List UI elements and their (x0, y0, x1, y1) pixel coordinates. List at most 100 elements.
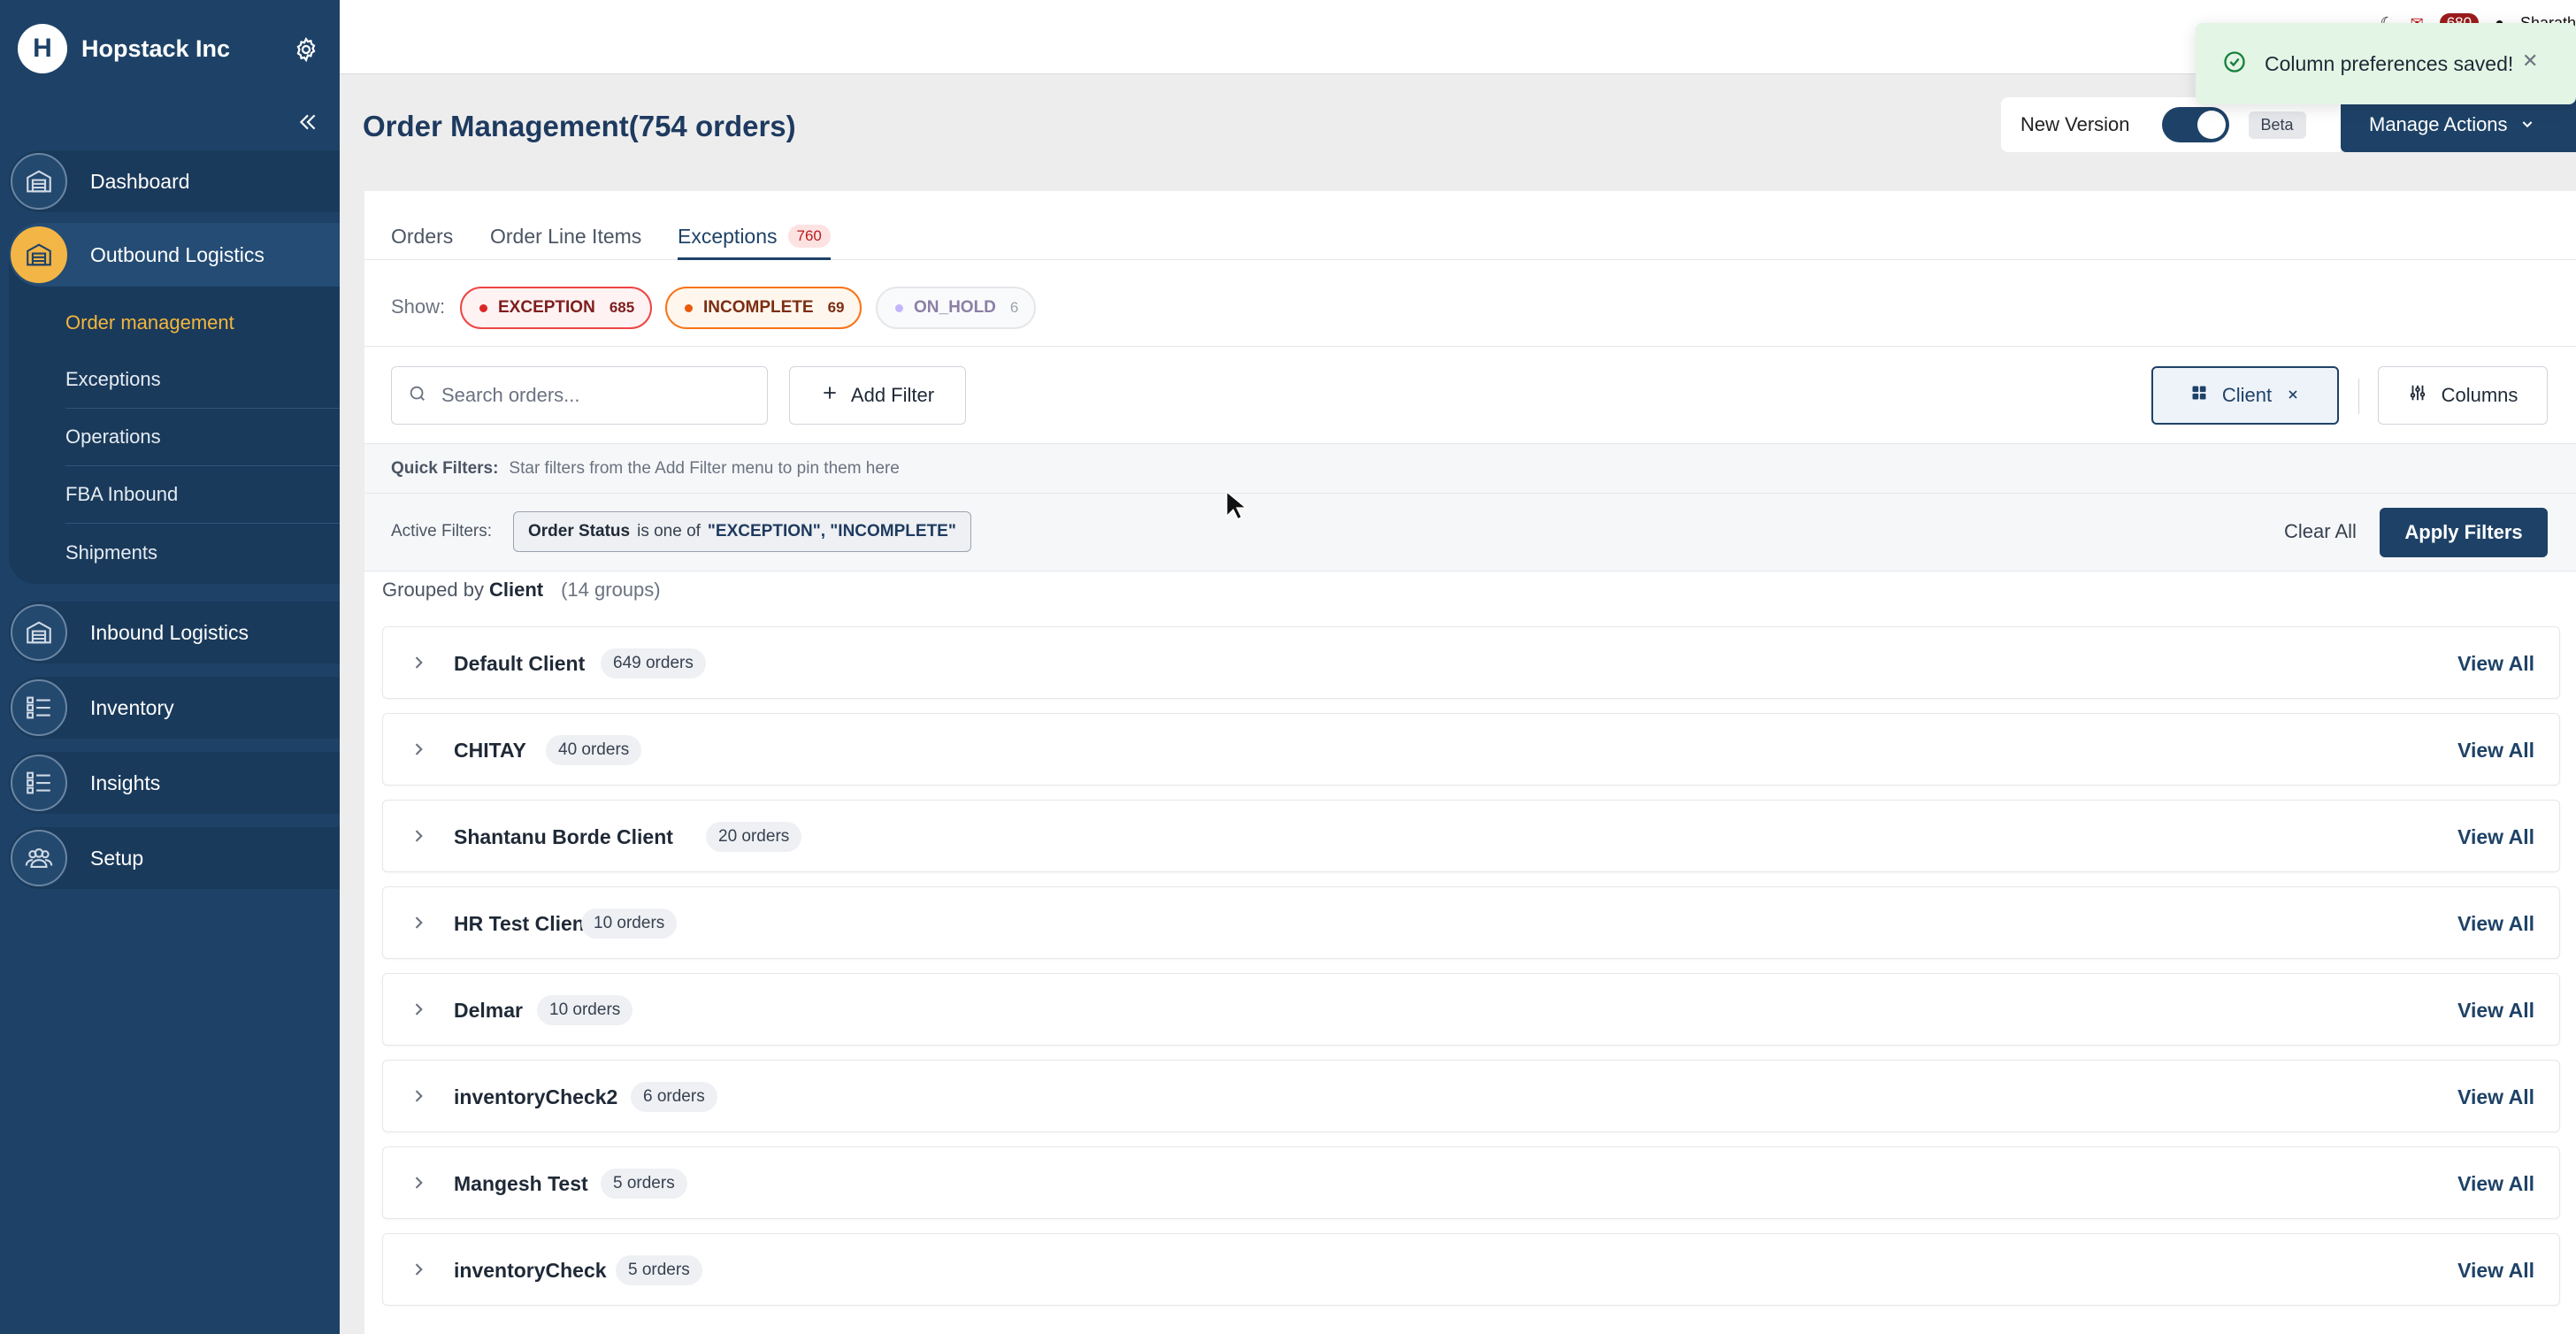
chip-label: EXCEPTION (498, 298, 595, 317)
chip-on-hold[interactable]: ON_HOLD 6 (876, 287, 1037, 329)
tab-label: Order Line Items (490, 225, 642, 248)
view-all-link[interactable]: View All (2457, 825, 2534, 849)
filter-values: "EXCEPTION", "INCOMPLETE" (707, 522, 956, 540)
view-all-link[interactable]: View All (2457, 999, 2534, 1023)
quick-filters-label: Quick Filters: (391, 458, 499, 478)
nav-label: Inventory (90, 695, 174, 719)
warehouse-icon (11, 226, 67, 283)
divider (2358, 379, 2359, 414)
group-name: Shantanu Borde Client (454, 825, 673, 848)
sliders-icon (2408, 383, 2427, 408)
toast-close-icon[interactable]: ✕ (2522, 50, 2538, 73)
group-by-client-button[interactable]: Client (2151, 366, 2339, 425)
add-filter-button[interactable]: Add Filter (789, 366, 966, 425)
plus-icon (821, 384, 839, 407)
group-order-count: 649 orders (601, 648, 706, 678)
group-row[interactable]: HR Test Client 10 orders View All (382, 886, 2560, 959)
new-version-panel: New Version Beta (2001, 97, 2344, 152)
nav-setup[interactable]: Setup (9, 827, 340, 889)
chevron-right-icon[interactable] (410, 1261, 427, 1278)
search-placeholder: Search orders... (441, 384, 580, 406)
toast-notification: Column preferences saved! (2196, 23, 2576, 104)
chevron-right-icon[interactable] (410, 740, 427, 758)
collapse-sidebar-icon[interactable] (294, 108, 322, 136)
group-row[interactable]: Default Client 649 orders View All (382, 626, 2560, 699)
sidebar: H Hopstack Inc Dashboard Outbound Logist… (0, 0, 340, 1334)
group-row[interactable]: Mangesh Test 5 orders View All (382, 1146, 2560, 1219)
chip-exception[interactable]: EXCEPTION 685 (460, 287, 653, 329)
tab-label: Exceptions (678, 225, 778, 248)
grouped-field: Client (488, 579, 544, 601)
filter-field: Order Status (528, 522, 631, 540)
status-dot-icon (685, 303, 693, 312)
view-all-link[interactable]: View All (2457, 652, 2534, 676)
nav-label: Inbound Logistics (90, 620, 249, 644)
nav-outbound-logistics[interactable]: Outbound Logistics (9, 223, 340, 287)
new-version-toggle[interactable] (2161, 107, 2229, 142)
settings-gear-icon[interactable] (288, 32, 324, 67)
grouped-by-label: Grouped by Client (14 groups) (382, 579, 661, 602)
chip-count: 685 (609, 299, 635, 316)
group-row[interactable]: CHITAY 40 orders View All (382, 713, 2560, 786)
quick-filters-hint: Star filters from the Add Filter menu to… (509, 458, 900, 478)
list-check-icon (11, 755, 67, 811)
close-icon[interactable] (2286, 384, 2300, 407)
chevron-right-icon[interactable] (410, 1000, 427, 1018)
view-all-link[interactable]: View All (2457, 1172, 2534, 1196)
tab-orders[interactable]: Orders (391, 209, 453, 260)
view-all-link[interactable]: View All (2457, 739, 2534, 763)
tab-exceptions[interactable]: Exceptions 760 (678, 209, 831, 260)
view-all-link[interactable]: View All (2457, 912, 2534, 936)
group-order-count: 10 orders (537, 995, 633, 1025)
chip-label: INCOMPLETE (703, 298, 814, 317)
tab-order-line-items[interactable]: Order Line Items (490, 209, 641, 260)
group-row[interactable]: inventoryCheck 5 orders View All (382, 1233, 2560, 1306)
apply-filters-button[interactable]: Apply Filters (2380, 508, 2548, 557)
nav-insights[interactable]: Insights (9, 752, 340, 814)
group-row[interactable]: Delmar 10 orders View All (382, 973, 2560, 1046)
tab-bar: Orders Order Line Items Exceptions 760 (364, 191, 2576, 260)
sidebar-sub-operations[interactable]: Operations (65, 409, 340, 466)
columns-button[interactable]: Columns (2378, 366, 2548, 425)
group-name: CHITAY (454, 739, 526, 762)
sidebar-sub-order-management[interactable]: Order management (65, 294, 340, 351)
sidebar-sub-fba-inbound[interactable]: FBA Inbound (65, 466, 340, 524)
group-order-count: 6 orders (631, 1082, 717, 1112)
active-filter-chip[interactable]: Order Status is one of "EXCEPTION", "INC… (513, 511, 971, 552)
chevron-right-icon[interactable] (410, 654, 427, 671)
group-row[interactable]: inventoryCheck2 6 orders View All (382, 1060, 2560, 1132)
clear-all-button[interactable]: Clear All (2284, 520, 2357, 543)
manage-actions-label: Manage Actions (2369, 113, 2508, 135)
quick-filters-row: Quick Filters: Star filters from the Add… (364, 444, 2576, 494)
group-row[interactable]: Shantanu Borde Client 20 orders View All (382, 800, 2560, 872)
nav-label: Setup (90, 846, 144, 870)
view-all-link[interactable]: View All (2457, 1085, 2534, 1109)
new-version-label: New Version (2020, 113, 2130, 135)
sidebar-sub-shipments[interactable]: Shipments (65, 524, 340, 581)
chevron-down-icon (2520, 113, 2534, 136)
nav-inbound-logistics[interactable]: Inbound Logistics (9, 602, 340, 663)
manage-actions-button[interactable]: Manage Actions (2341, 97, 2576, 152)
search-input[interactable]: Search orders... (391, 366, 768, 425)
nav-dashboard[interactable]: Dashboard (9, 150, 340, 212)
search-icon (408, 384, 427, 408)
chip-incomplete[interactable]: INCOMPLETE 69 (665, 287, 862, 329)
chevron-right-icon[interactable] (410, 1174, 427, 1192)
sidebar-sub-exceptions[interactable]: Exceptions (65, 351, 340, 409)
group-count: (14 groups) (561, 579, 661, 601)
chevron-right-icon[interactable] (410, 827, 427, 845)
brand-name: Hopstack Inc (81, 34, 231, 62)
chip-label: ON_HOLD (914, 298, 996, 317)
group-order-count: 20 orders (706, 822, 802, 852)
group-order-count: 5 orders (601, 1169, 687, 1199)
warehouse-icon (11, 604, 67, 661)
group-name: HR Test Client (454, 912, 592, 935)
nav-inventory[interactable]: Inventory (9, 677, 340, 739)
active-filters-label: Active Filters: (391, 522, 493, 540)
page-title: Order Management(754 orders) (363, 110, 796, 142)
chevron-right-icon[interactable] (410, 1087, 427, 1105)
group-name: Mangesh Test (454, 1172, 588, 1195)
chevron-right-icon[interactable] (410, 914, 427, 932)
brand[interactable]: H Hopstack Inc (18, 24, 231, 73)
view-all-link[interactable]: View All (2457, 1259, 2534, 1283)
